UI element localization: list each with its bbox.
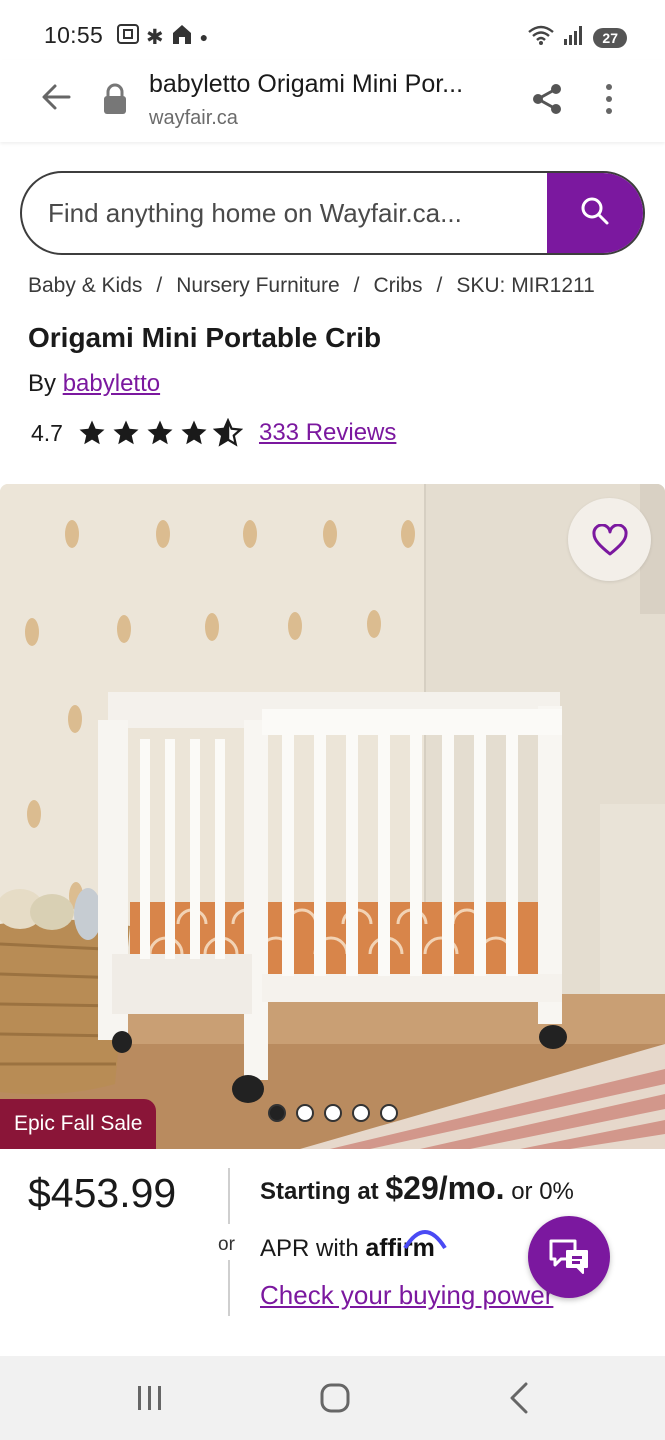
dot-icon: ● xyxy=(199,29,209,45)
page-title-url[interactable]: babyletto Origami Mini Por... xyxy=(149,70,509,99)
url-domain[interactable]: wayfair.ca xyxy=(149,107,238,130)
brand-link[interactable]: babyletto xyxy=(63,370,160,397)
rating-row: 4.7 333 Reviews xyxy=(31,418,396,448)
search-button[interactable] xyxy=(547,173,643,253)
affirm-logo: affirm xyxy=(365,1230,448,1262)
affirm-arc-icon xyxy=(403,1230,448,1250)
rating-value: 4.7 xyxy=(31,419,63,446)
status-icons-right: 27 xyxy=(527,24,627,51)
breadcrumb-separator: / xyxy=(156,274,163,297)
crib-photo xyxy=(0,484,665,1149)
pinwheel-icon: ✱ xyxy=(146,25,164,49)
back-arrow-icon[interactable] xyxy=(36,80,76,120)
financing-apr-line: APR with affirm xyxy=(260,1230,448,1263)
browser-url-bar: babyletto Origami Mini Por... wayfair.ca xyxy=(0,60,665,142)
android-nav-bar xyxy=(0,1356,665,1440)
divider xyxy=(228,1168,230,1224)
starting-at-label: Starting at xyxy=(260,1178,379,1205)
star-icon xyxy=(147,420,173,445)
brand-line: By babyletto xyxy=(28,370,160,398)
breadcrumb-baby-kids[interactable]: Baby & Kids xyxy=(28,274,142,298)
product-title: Origami Mini Portable Crib xyxy=(28,322,382,353)
home-icon xyxy=(170,22,194,52)
search-input[interactable] xyxy=(48,173,548,253)
divider xyxy=(228,1260,230,1316)
signal-icon xyxy=(563,25,585,50)
recent-apps-icon[interactable] xyxy=(130,1378,170,1418)
carousel-dot[interactable] xyxy=(324,1104,342,1122)
status-icons-left: ✱ ● xyxy=(116,22,208,52)
breadcrumb: Baby & Kids / Nursery Furniture / Cribs … xyxy=(28,274,595,298)
more-options-icon[interactable] xyxy=(598,82,620,116)
home-button-icon[interactable] xyxy=(315,1378,355,1418)
heart-icon xyxy=(591,523,628,555)
carousel-dot[interactable] xyxy=(352,1104,370,1122)
star-half-icon xyxy=(212,418,243,447)
check-buying-power-link[interactable]: Check your buying power xyxy=(260,1280,580,1311)
or-label: or xyxy=(218,1234,235,1255)
status-time: 10:55 xyxy=(44,22,104,48)
image-carousel-dots xyxy=(268,1104,398,1122)
nav-back-icon[interactable] xyxy=(500,1378,540,1418)
search-icon xyxy=(580,196,610,231)
product-price: $453.99 xyxy=(28,1170,177,1216)
apr-label: APR with xyxy=(260,1235,359,1262)
favorite-button[interactable] xyxy=(568,498,651,581)
screenshot-icon xyxy=(116,23,140,51)
reviews-link[interactable]: 333 Reviews xyxy=(259,419,396,447)
carousel-dot[interactable] xyxy=(380,1104,398,1122)
breadcrumb-separator: / xyxy=(436,274,443,297)
share-icon[interactable] xyxy=(530,82,564,116)
monthly-amount: $29/mo. xyxy=(385,1170,505,1206)
star-icon xyxy=(181,420,207,445)
carousel-dot[interactable] xyxy=(268,1104,286,1122)
product-image[interactable] xyxy=(0,484,665,1149)
star-rating[interactable] xyxy=(77,418,243,448)
or-zero-label: or 0% xyxy=(511,1178,574,1205)
chat-button[interactable] xyxy=(528,1216,610,1298)
search-bar xyxy=(20,171,645,255)
battery-indicator: 27 xyxy=(593,27,627,48)
by-label: By xyxy=(28,370,57,397)
wifi-icon xyxy=(527,24,555,51)
financing-line: Starting at $29/mo. or 0% xyxy=(260,1170,574,1207)
breadcrumb-sku: SKU: MIR1211 xyxy=(456,274,595,297)
carousel-dot[interactable] xyxy=(296,1104,314,1122)
sale-badge: Epic Fall Sale xyxy=(0,1099,157,1149)
star-icon xyxy=(113,420,139,445)
breadcrumb-nursery-furniture[interactable]: Nursery Furniture xyxy=(176,274,339,298)
breadcrumb-separator: / xyxy=(353,274,360,297)
breadcrumb-cribs[interactable]: Cribs xyxy=(373,274,422,298)
lock-icon[interactable] xyxy=(102,82,128,116)
chat-icon xyxy=(549,1239,588,1274)
star-icon xyxy=(79,420,105,445)
